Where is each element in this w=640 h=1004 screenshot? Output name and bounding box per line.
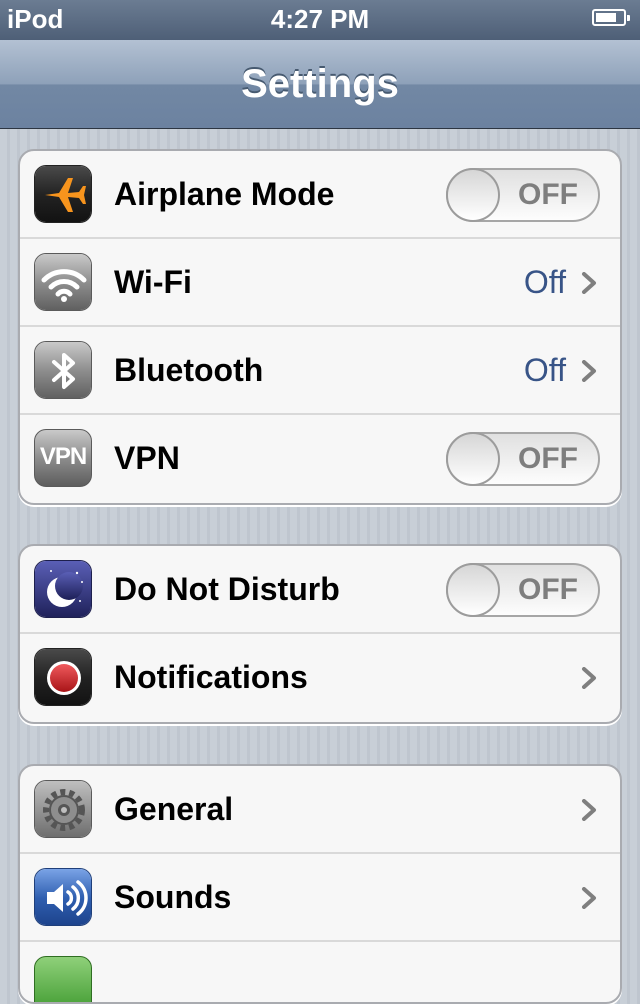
chevron-right-icon	[582, 799, 596, 821]
toggle-knob[interactable]	[446, 432, 500, 486]
vpn-icon: VPN	[34, 429, 92, 487]
settings-row-label: General	[114, 791, 234, 827]
wifi-icon	[34, 253, 92, 311]
settings-row-general[interactable]: General	[20, 766, 620, 854]
settings-row-sounds[interactable]: Sounds	[20, 854, 620, 942]
settings-row-wifi[interactable]: Wi-Fi Off	[20, 239, 620, 327]
settings-row-bluetooth[interactable]: Bluetooth Off	[20, 327, 620, 415]
page-title: Settings	[241, 62, 399, 106]
settings-row-do-not-disturb[interactable]: Do Not Disturb OFF	[20, 546, 620, 634]
settings-row-label: Wi-Fi	[114, 264, 192, 300]
toggle-knob[interactable]	[446, 563, 500, 617]
vpn-icon-text: VPN	[39, 443, 87, 470]
settings-row-label: Bluetooth	[114, 352, 264, 388]
speaker-icon	[34, 868, 92, 926]
settings-group-connectivity: Airplane Mode OFF Wi-Fi Off Bluetooth Of…	[18, 149, 622, 505]
airplane-mode-toggle[interactable]: OFF	[446, 168, 600, 222]
bluetooth-status-value: Off	[523, 352, 566, 388]
toggle-state-label: OFF	[518, 178, 578, 211]
battery-icon	[592, 9, 630, 26]
bluetooth-icon	[34, 341, 92, 399]
settings-group-alerts: Do Not Disturb OFF Notifications	[18, 544, 622, 724]
toggle-state-label: OFF	[518, 442, 578, 475]
settings-row-airplane-mode[interactable]: Airplane Mode OFF	[20, 151, 620, 239]
do-not-disturb-toggle[interactable]: OFF	[446, 563, 600, 617]
moon-icon	[34, 560, 92, 618]
status-bar: iPod 4:27 PM	[0, 0, 640, 40]
status-time: 4:27 PM	[270, 4, 370, 34]
settings-row-vpn[interactable]: VPN VPN OFF	[20, 415, 620, 503]
settings-row-label: Do Not Disturb	[114, 571, 340, 607]
toggle-knob[interactable]	[446, 168, 500, 222]
toggle-state-label: OFF	[518, 573, 578, 606]
wifi-status-value: Off	[523, 264, 566, 300]
vpn-toggle[interactable]: OFF	[446, 432, 600, 486]
notifications-icon	[34, 648, 92, 706]
gear-icon	[34, 780, 92, 838]
chevron-right-icon	[582, 360, 596, 382]
settings-row-label: Airplane Mode	[114, 176, 335, 212]
settings-row-notifications[interactable]: Notifications	[20, 634, 620, 722]
airplane-icon	[34, 165, 92, 223]
chevron-right-icon	[582, 667, 596, 689]
chevron-right-icon	[582, 887, 596, 909]
settings-group-device: General Sounds	[18, 764, 622, 1004]
settings-row-label: VPN	[114, 440, 180, 476]
settings-row-label: Notifications	[114, 659, 308, 695]
settings-row-label: Sounds	[114, 879, 232, 915]
settings-row-partial[interactable]	[20, 942, 620, 1002]
app-icon	[34, 956, 92, 1002]
navigation-bar: Settings	[0, 40, 640, 129]
chevron-right-icon	[582, 272, 596, 294]
